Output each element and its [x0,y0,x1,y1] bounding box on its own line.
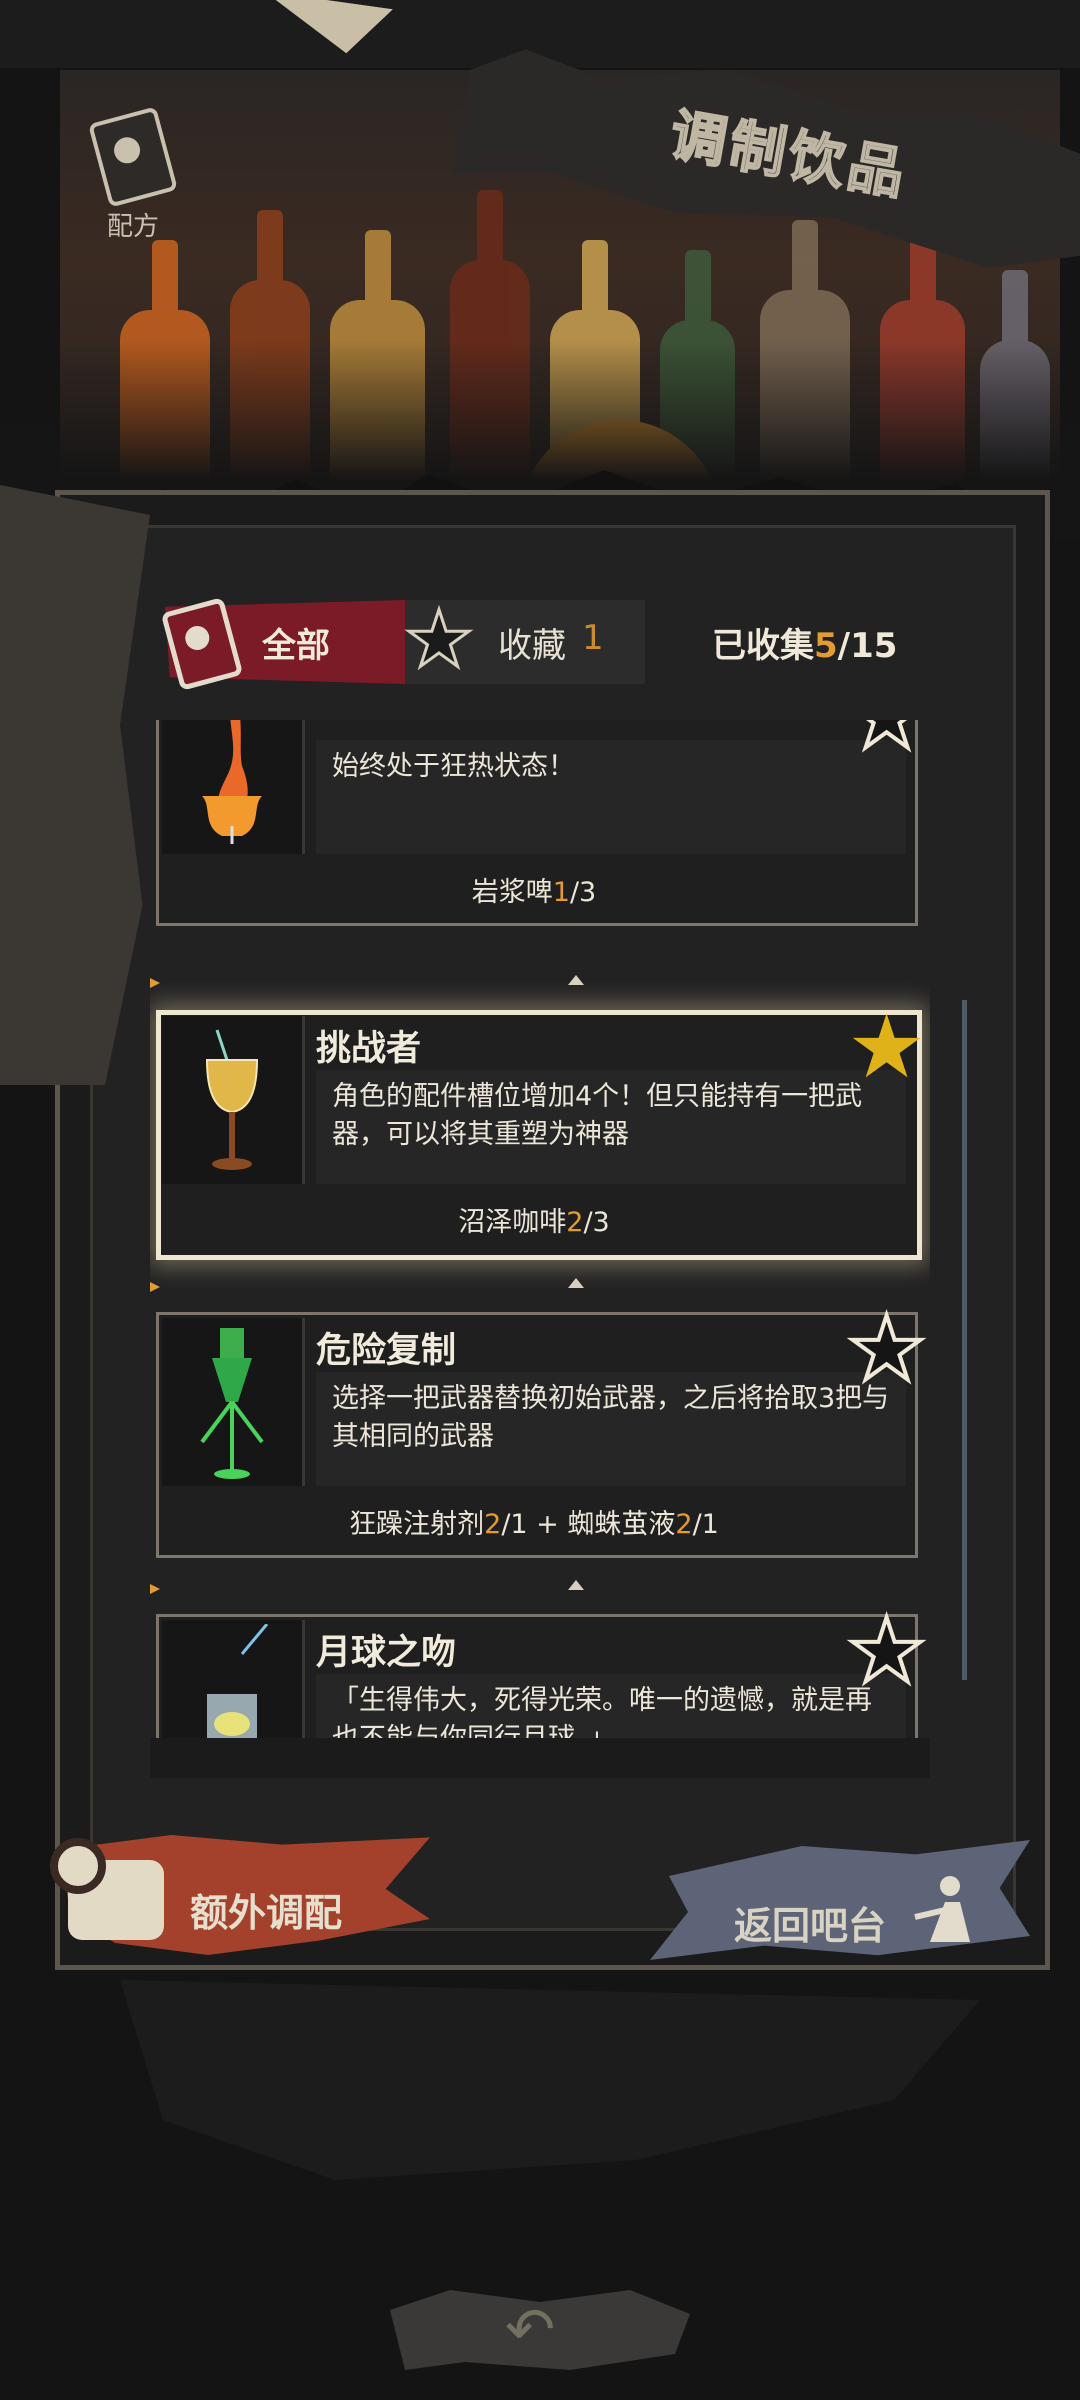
lemon-glass-icon [207,1624,269,1740]
collected-total: /15 [837,626,898,666]
recipe-card-icon [88,106,178,208]
tab-favorites-label: 收藏 [498,626,566,666]
extra-mix-label: 额外调配 [190,1891,343,1935]
drink-thumbnail [162,720,305,854]
card-ingredients: 沼泽咖啡2/3 [458,1207,610,1238]
green-cocktail-icon [200,1328,264,1479]
camera-icon [50,1838,164,1940]
collected-label: 已收集 [712,626,814,666]
return-bar-label: 返回吧台 [734,1904,887,1948]
drink-thumbnail [162,1620,305,1740]
favorite-star-icon[interactable]: ★ [845,720,928,764]
drink-thumbnail [162,1016,305,1184]
recipe-button[interactable]: 配方 [68,100,198,242]
drink-list[interactable]: 始终处于狂热状态！ 岩浆啤1/3 ★ 挑战者 角色的配件槽位增加4个！但只能持有… [150,720,930,1740]
card-title: 月球之吻 [316,1633,457,1673]
drink-thumbnail [162,1318,305,1486]
decorative-scribble [120,1980,980,2180]
card-title: 挑战者 [316,1029,422,1069]
recipe-label: 配方 [106,212,159,242]
card-description: 角色的配件槽位增加4个！但只能持有一把武器，可以将其重塑为神器 [332,1081,863,1150]
favorite-star-icon[interactable]: ★ [845,1604,928,1698]
favorite-star-filled-icon[interactable]: ★ [847,1002,926,1092]
collected-progress: 已收集5/15 [712,618,897,667]
card-title: 危险复制 [316,1331,457,1371]
card-ingredients: 岩浆啤1/3 [471,877,597,908]
back-arrow-icon: ↶ [505,2295,556,2365]
favorites-count: 1 [582,618,604,658]
collected-current: 5 [814,626,838,666]
list-mask [150,1738,930,1778]
card-description: 「生得伟大，死得光荣。唯一的遗憾，就是再也不能与你同行月球。」 [332,1685,872,1740]
bartender-figure-icon [914,1876,970,1942]
golden-goblet-icon [205,1029,259,1170]
list-scrollbar[interactable] [962,1000,967,1680]
card-description: 始终处于狂热状态！ [332,751,575,782]
card-description: 选择一把武器替换初始武器，之后将拾取3把与其相同的武器 [332,1383,890,1452]
fire-drink-icon [202,720,262,844]
card-ingredients: 狂躁注射剂2/1 + 蜘蛛茧液2/1 [349,1509,719,1540]
favorite-star-icon[interactable]: ★ [845,1302,928,1396]
tab-all-label: 全部 [262,626,330,666]
star-outline-icon: ★ [403,595,476,685]
